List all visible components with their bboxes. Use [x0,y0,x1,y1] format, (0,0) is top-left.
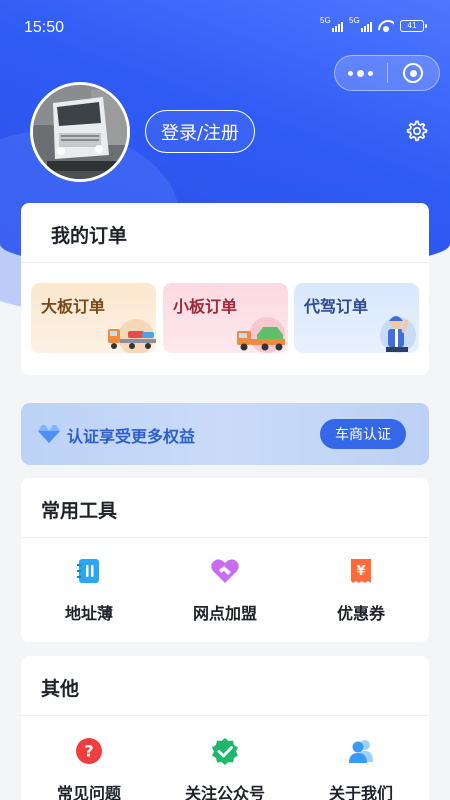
follow-official-account-item[interactable]: 关注公众号 [165,736,285,800]
coupon-item[interactable]: ¥ 优惠券 [301,556,421,624]
designated-driver-order-tile[interactable]: 代驾订单 [294,283,419,353]
coupon-icon: ¥ [351,559,371,583]
outlet-franchise-item[interactable]: 网点加盟 [165,556,285,624]
avatar[interactable] [30,82,130,182]
more-menu-button[interactable] [335,56,387,90]
my-orders-card: 我的订单 大板订单 小板订单 代驾订单 [21,203,429,375]
login-register-button[interactable]: 登录/注册 [145,110,255,153]
orders-title: 我的订单 [51,225,128,247]
other-label: 常见问题 [56,784,121,800]
divider [21,262,429,263]
others-title: 其他 [41,678,80,700]
svg-text:?: ? [84,742,93,761]
order-label: 小板订单 [173,297,238,316]
small-board-order-tile[interactable]: 小板订单 [163,283,288,353]
signal-icon: 5G [349,16,372,32]
status-time: 15:50 [24,19,65,36]
order-label: 大板订单 [41,297,106,316]
signal-icon: 5G [320,16,343,32]
address-book-icon [77,559,99,583]
gear-icon[interactable] [404,119,428,143]
divider [21,715,429,716]
diamond-icon [38,425,60,443]
close-miniprogram-button[interactable] [387,56,439,90]
other-label: 关于我们 [328,784,393,800]
tow-truck-icon [237,317,285,353]
svg-text:¥: ¥ [356,564,365,579]
question-icon: ? [76,738,102,764]
car-carrier-icon [108,319,156,353]
divider [21,537,429,538]
certification-banner[interactable]: 认证享受更多权益 车商认证 [21,403,429,465]
about-us-item[interactable]: 关于我们 [301,736,421,800]
tool-label: 地址薄 [64,604,113,623]
status-icons: 5G 5G 41 [320,16,427,32]
battery-level: 41 [407,21,417,30]
order-label: 代驾订单 [304,297,369,316]
tools-title: 常用工具 [41,500,118,522]
wifi-icon [378,20,394,32]
target-icon [403,63,424,83]
common-tools-card: 常用工具 地址薄 网点加盟 ¥ 优惠券 [21,478,429,642]
faq-item[interactable]: ? 常见问题 [29,736,149,800]
miniprogram-capsule [334,55,440,91]
large-board-order-tile[interactable]: 大板订单 [31,283,156,353]
verified-check-icon [212,738,238,765]
address-book-item[interactable]: 地址薄 [29,556,149,624]
users-icon [349,740,373,763]
tool-label: 网点加盟 [192,604,257,623]
others-card: 其他 ? 常见问题 关注公众号 关于我们 [21,656,429,800]
dealer-certification-button[interactable]: 车商认证 [320,419,406,449]
status-bar: 15:50 5G 5G 41 [0,0,450,56]
driver-icon [380,316,416,353]
battery-icon: 41 [400,20,427,32]
tool-label: 优惠券 [336,604,385,623]
handshake-heart-icon [211,559,239,583]
certification-text: 认证享受更多权益 [67,427,196,446]
other-label: 关注公众号 [184,784,265,800]
